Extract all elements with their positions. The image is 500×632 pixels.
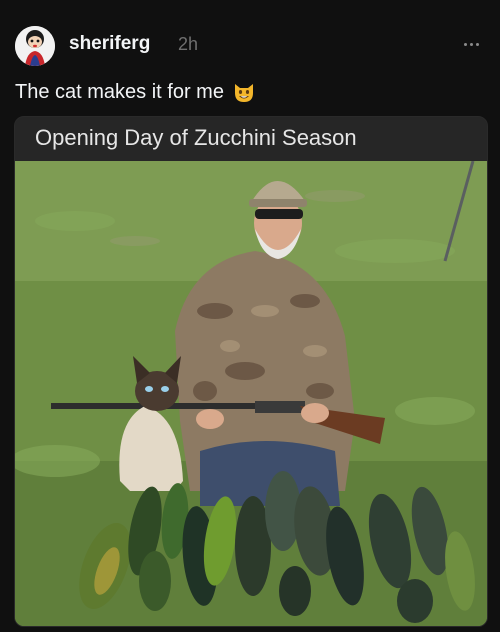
post-media[interactable]: Opening Day of Zucchini Season — [14, 116, 488, 627]
post-timestamp: 2h — [178, 34, 199, 54]
caption-text: The cat makes it for me — [15, 80, 224, 103]
post-header: sheriferg 2h — [0, 0, 500, 80]
post-caption: The cat makes it for me — [15, 80, 256, 104]
avatar-image — [15, 26, 55, 66]
username[interactable]: sheriferg — [69, 33, 150, 55]
meme-title: Opening Day of Zucchini Season — [35, 125, 357, 150]
meme-title-bar: Opening Day of Zucchini Season — [15, 117, 487, 161]
avatar[interactable] — [15, 26, 55, 66]
more-dots-icon — [463, 42, 467, 46]
meme-photo — [15, 161, 487, 626]
more-options-button[interactable] — [457, 34, 485, 54]
grinning-cat-emoji — [234, 84, 253, 102]
